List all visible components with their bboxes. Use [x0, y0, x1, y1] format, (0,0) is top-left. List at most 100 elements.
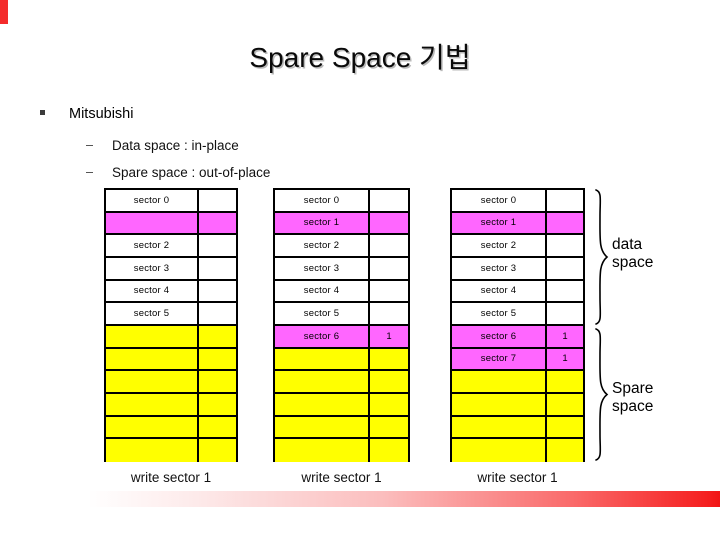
sector-flag-cell [199, 348, 236, 370]
table-row: sector 2 [452, 235, 583, 258]
sector-flag-cell [199, 212, 236, 234]
sector-flag-cell [199, 190, 236, 211]
table-row [106, 212, 236, 236]
table-row [275, 439, 408, 462]
sector-label-cell: sector 7 [452, 348, 547, 370]
bottom-gradient-bar [48, 491, 720, 507]
sector-label-cell: sector 2 [452, 235, 547, 256]
table-row: sector 4 [106, 280, 236, 304]
sector-label-cell: sector 3 [452, 257, 547, 279]
table-row: sector 5 [452, 303, 583, 326]
table-2-caption: write sector 1 [301, 470, 382, 485]
table-row [106, 325, 236, 349]
sector-table-3: sector 0 sector 1 sector 2 sector 3 sector 4… [450, 188, 585, 462]
sector-label-cell [106, 393, 199, 415]
sector-flag-cell [370, 439, 408, 462]
bullet-mitsubishi: Mitsubishi [40, 106, 133, 122]
spare-space-group-label: Spare space [612, 380, 653, 416]
sector-flag-cell [547, 280, 583, 302]
sector-label-cell: sector 6 [275, 325, 370, 347]
table-row [452, 439, 583, 462]
dash-bullet-icon [86, 145, 93, 146]
sector-flag-cell [199, 303, 236, 324]
sector-flag-cell [547, 393, 583, 415]
table-row: sector 0 [106, 190, 236, 213]
sector-label-cell [106, 439, 199, 462]
bullet-data-space-label: Data space : in-place [112, 138, 239, 153]
table-row: sector 2 [275, 235, 408, 258]
table-row [452, 371, 583, 394]
spare-space-label-line2: space [612, 398, 654, 415]
table-row: sector 4 [452, 280, 583, 304]
table-row [452, 393, 583, 417]
table-row [275, 416, 408, 440]
sector-label-cell [452, 439, 547, 462]
sector-flag-cell [370, 303, 408, 324]
table-row: sector 5 [106, 303, 236, 326]
sector-label-cell [106, 325, 199, 347]
sector-label-cell [452, 393, 547, 415]
sector-flag-cell: 1 [547, 325, 583, 347]
table-row [275, 393, 408, 417]
sector-label-cell: sector 3 [275, 257, 370, 279]
sector-flag-cell [547, 212, 583, 234]
data-space-label-line2: space [612, 254, 654, 271]
sector-flag-cell [370, 235, 408, 256]
sector-label-cell [275, 439, 370, 462]
sector-flag-cell: 1 [547, 348, 583, 370]
table-row [106, 371, 236, 394]
sector-label-cell: sector 4 [106, 280, 199, 302]
bullet-spare-space-label: Spare space : out-of-place [112, 165, 271, 180]
sector-label-cell: sector 5 [275, 303, 370, 324]
table-row [452, 416, 583, 440]
data-space-label-line1: data [612, 236, 643, 253]
table-row: sector 3 [275, 257, 408, 281]
spare-space-label-line1: Spare [612, 380, 654, 397]
sector-label-cell [452, 416, 547, 438]
sector-label-cell: sector 2 [106, 235, 199, 256]
sector-flag-cell [370, 393, 408, 415]
table-row [106, 416, 236, 440]
page-title: Spare Space 기법 [249, 42, 471, 73]
sector-flag-cell [547, 257, 583, 279]
table-1-caption: write sector 1 [130, 470, 212, 485]
sector-label-cell [106, 212, 199, 234]
table-row [275, 371, 408, 394]
table-row: sector 0 [452, 190, 583, 213]
sector-flag-cell [199, 393, 236, 415]
sector-flag-cell [547, 416, 583, 438]
sector-label-cell: sector 1 [452, 212, 547, 234]
sector-label-cell [275, 393, 370, 415]
sector-flag-cell [547, 235, 583, 256]
sector-label-cell: sector 0 [452, 190, 547, 211]
table-row: sector 3 [452, 257, 583, 281]
table-row [275, 348, 408, 372]
sector-flag-cell [199, 416, 236, 438]
table-row: sector 5 [275, 303, 408, 326]
data-space-brace [593, 188, 609, 326]
dash-bullet-icon [86, 172, 93, 173]
table-row: sector 2 [106, 235, 236, 258]
table-row: sector 1 [452, 212, 583, 236]
sector-label-cell: sector 6 [452, 325, 547, 347]
bullet-spare-space: Spare space : out-of-place [86, 165, 270, 180]
sector-flag-cell [547, 190, 583, 211]
sector-label-cell: sector 0 [106, 190, 199, 211]
sector-flag-cell [547, 371, 583, 392]
sector-table-1: sector 0 sector 2 sector 3 sector 4 sector 5 [104, 188, 238, 462]
table-row: sector 4 [275, 280, 408, 304]
table-3-caption: write sector 1 [477, 470, 558, 485]
sector-flag-cell [199, 235, 236, 256]
sector-label-cell: sector 4 [275, 280, 370, 302]
table-row: sector 61 [275, 325, 408, 349]
sector-label-cell: sector 5 [452, 303, 547, 324]
sector-label-cell [106, 348, 199, 370]
sector-label-cell [275, 416, 370, 438]
table-row [106, 348, 236, 372]
sector-label-cell: sector 2 [275, 235, 370, 256]
sector-table-2: sector 0 sector 1 sector 2 sector 3 sector 4… [273, 188, 410, 462]
bullet-mitsubishi-label: Mitsubishi [69, 106, 134, 122]
sector-label-cell [275, 348, 370, 370]
sector-label-cell: sector 0 [275, 190, 370, 211]
sector-label-cell [106, 416, 199, 438]
